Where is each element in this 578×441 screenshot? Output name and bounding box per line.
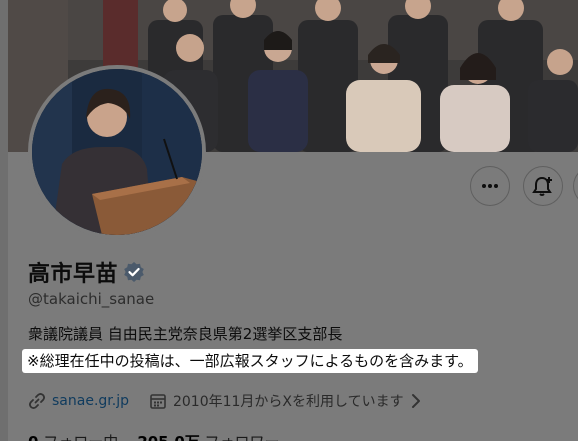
followers-count: 205.0万 (137, 433, 199, 441)
bio-line-2-highlighted: ※総理在任中の投稿は、一部広報スタッフによるものを含みます。 (22, 349, 478, 373)
display-name: 高市早苗 (28, 262, 119, 287)
calendar-icon (150, 394, 166, 409)
more-button[interactable] (470, 166, 510, 206)
chevron-right-icon[interactable] (408, 392, 424, 410)
profile-avatar[interactable] (28, 65, 206, 239)
followers-link[interactable]: 205.0万 フォロワー (137, 433, 279, 441)
following-link[interactable]: 0 フォロー中 (28, 433, 118, 441)
profile-meta-row: sanae.gr.jp 2010年11月からXを利用しています (28, 391, 424, 411)
user-handle: @takaichi_sanae (28, 290, 155, 308)
page-edge (0, 0, 8, 441)
profile-page: 高市早苗 @takaichi_sanae 衆議院議員 自由民主党奈良県第2選挙区… (0, 0, 578, 441)
notifications-button[interactable] (523, 166, 563, 206)
verified-badge-icon[interactable] (123, 261, 145, 283)
name-row: 高市早苗 (28, 256, 145, 288)
followers-label: フォロワー (205, 433, 280, 441)
more-horizontal-icon (482, 184, 498, 188)
bio-line-1: 衆議院議員 自由民主党奈良県第2選挙区支部長 (28, 325, 343, 343)
following-count: 0 (28, 433, 38, 441)
follow-stats: 0 フォロー中 205.0万 フォロワー (28, 431, 280, 441)
follow-button[interactable] (573, 166, 578, 206)
join-date: 2010年11月からXを利用しています (172, 394, 404, 410)
website-link[interactable]: sanae.gr.jp (52, 393, 129, 409)
following-label: フォロー中 (43, 433, 118, 441)
link-icon (29, 393, 45, 409)
bell-plus-icon (532, 176, 552, 196)
